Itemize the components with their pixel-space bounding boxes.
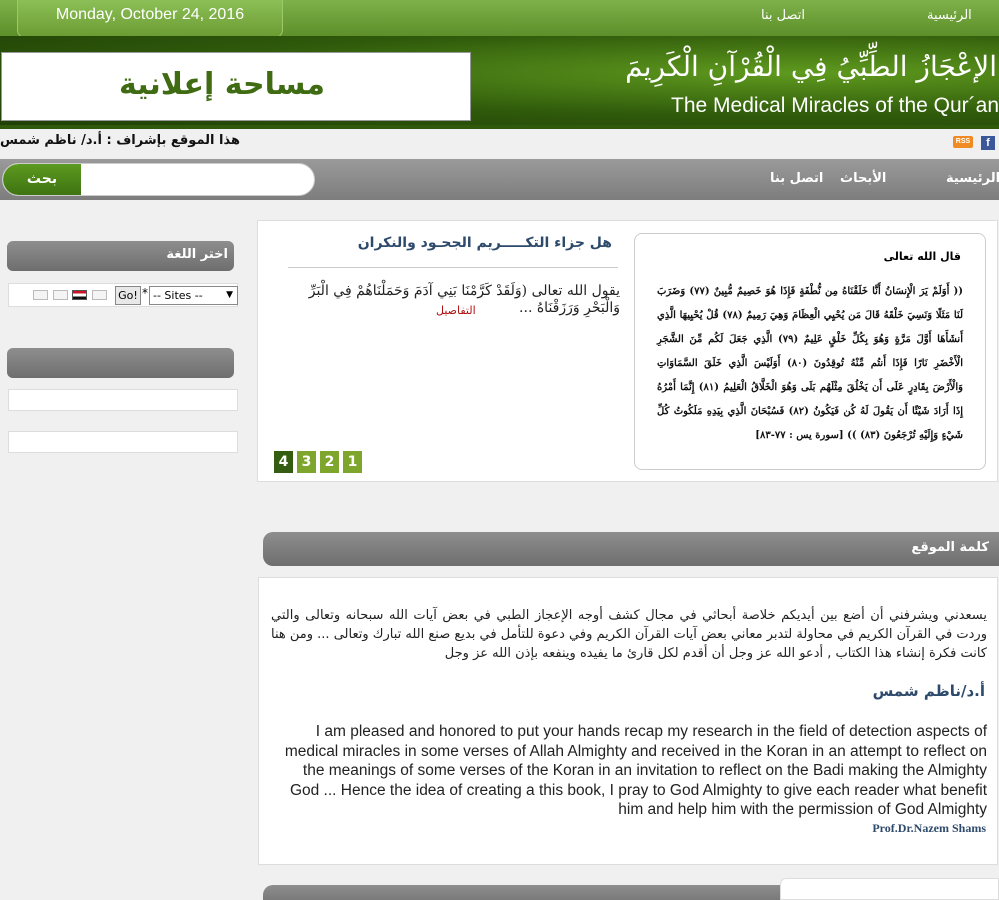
slider-page-button[interactable]: 2 <box>320 451 339 473</box>
bottom-box <box>780 878 999 900</box>
search-input[interactable] <box>83 165 311 194</box>
details-link[interactable]: التفاصيل <box>436 304 476 317</box>
current-date: Monday, October 24, 2016 <box>55 6 245 23</box>
language-title: اختر اللغة <box>7 241 234 271</box>
signature-english: Prof.Dr.Nazem Shams <box>872 821 986 835</box>
header-divider <box>0 125 999 129</box>
top-link-home[interactable]: الرئيسية <box>927 8 972 23</box>
search-box: بحث <box>2 163 315 196</box>
flag-icon[interactable] <box>33 290 48 300</box>
top-links: اتصل بنا الرئيسية <box>759 8 999 28</box>
date-box: Monday, October 24, 2016 <box>17 0 283 38</box>
nav-item-home[interactable]: الرئيسية <box>946 171 999 186</box>
site-header: مساحة إعلانية الإعْجَازُ الطِّبِّيُ فِي … <box>0 36 999 128</box>
ad-banner[interactable]: مساحة إعلانية <box>1 52 471 121</box>
flag-icon[interactable] <box>92 290 107 300</box>
top-bar: Monday, October 24, 2016 اتصل بنا الرئيس… <box>0 0 999 38</box>
verse-text: (( أَوَلَمْ يَرَ الْإِنسَانُ أَنَّا خَلَ… <box>657 286 964 441</box>
required-star: * <box>142 286 148 300</box>
site-word-english: I am pleased and honored to put your han… <box>284 723 987 818</box>
slider-page-button[interactable]: 3 <box>297 451 316 473</box>
sites-dropdown[interactable]: -- Sites -- ▼ <box>149 286 238 305</box>
main-nav: بحث اتصل بنا الأبحاث الرئيسية <box>0 159 999 200</box>
flag-icon[interactable] <box>53 290 68 300</box>
egypt-flag-icon[interactable] <box>72 290 87 300</box>
logo-title-arabic[interactable]: الإعْجَازُ الطِّبِّيُ فِي الْقُرْآنِ الْ… <box>625 50 997 83</box>
top-link-contact[interactable]: اتصل بنا <box>761 8 805 23</box>
sites-dropdown-value: -- Sites -- <box>153 289 203 302</box>
verse-heading: قال الله تعالى <box>883 250 961 263</box>
sidebar-field[interactable] <box>8 431 238 453</box>
nav-item-research[interactable]: الأبحاث <box>840 171 886 186</box>
next-section-bar <box>263 885 783 900</box>
divider <box>288 267 618 268</box>
search-button[interactable]: بحث <box>3 164 81 195</box>
verse-image: قال الله تعالى (( أَوَلَمْ يَرَ الْإِنسَ… <box>634 233 986 470</box>
site-word-arabic: يسعدني ويشرفني أن أضع بين أيديكم خلاصة أ… <box>271 608 987 661</box>
sidebar-field[interactable] <box>8 389 238 411</box>
ad-banner-text: مساحة إعلانية <box>119 67 325 102</box>
go-button[interactable]: Go! <box>115 286 141 305</box>
site-word-title: كلمة الموقع <box>263 532 999 566</box>
chevron-down-icon: ▼ <box>226 290 233 300</box>
slider-page-button[interactable]: 1 <box>343 451 362 473</box>
logo-title-english[interactable]: The Medical Miracles of the Qur´an <box>671 94 999 118</box>
featured-slider: هل جزاء التكـــــريم الجحـود والنكران يق… <box>257 220 998 482</box>
supervisor-note: هذا الموقع بإشراف : أ.د/ ناظم شمس <box>0 133 241 148</box>
nav-item-contact[interactable]: اتصل بنا <box>770 171 823 186</box>
signature-arabic: أ.د/ناظم شمس <box>872 682 985 700</box>
site-word-box: يسعدني ويشرفني أن أضع بين أيديكم خلاصة أ… <box>258 577 998 865</box>
slide-title[interactable]: هل جزاء التكـــــريم الجحـود والنكران <box>312 235 612 251</box>
facebook-icon[interactable]: f <box>981 136 995 150</box>
slider-page-button[interactable]: 4 <box>274 451 293 473</box>
rss-icon[interactable]: RSS <box>953 136 973 148</box>
sidebar-section-title <box>7 348 234 378</box>
language-selector: Go! * -- Sites -- ▼ <box>8 283 238 307</box>
